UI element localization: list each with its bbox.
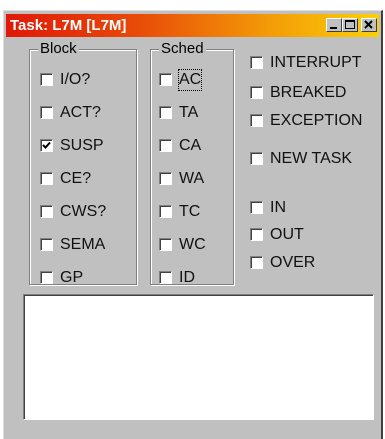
sched-group: Sched AC TA CA WA TC WC ID <box>150 40 234 286</box>
checkbox-box[interactable] <box>250 114 263 127</box>
checkbox-box[interactable] <box>159 271 172 284</box>
checkbox-label: OUT <box>270 226 304 243</box>
output-text-area[interactable] <box>23 294 374 420</box>
checkbox-label: CWS? <box>60 203 107 220</box>
checkbox-label: EXCEPTION <box>270 112 363 129</box>
checkbox-label: BREAKED <box>270 84 347 101</box>
checkbox-box[interactable] <box>250 256 263 269</box>
checkbox-box[interactable] <box>40 172 53 185</box>
checkbox-box[interactable] <box>40 73 53 86</box>
checkbox-label: ACT? <box>60 104 101 121</box>
checkbox-label: WC <box>179 236 206 253</box>
checkbox-box[interactable] <box>159 172 172 185</box>
title-bar[interactable]: Task: L7M [L7M] <box>6 14 379 37</box>
minimize-button[interactable] <box>326 18 342 32</box>
checkbox-box[interactable] <box>159 238 172 251</box>
checkbox-box[interactable] <box>159 73 172 86</box>
checkbox-label: TC <box>179 203 201 220</box>
checkbox-label: CA <box>179 137 202 154</box>
checkbox-label: OVER <box>270 254 316 271</box>
checkbox-box[interactable] <box>40 106 53 119</box>
maximize-icon <box>345 20 355 29</box>
checkbox-box[interactable] <box>40 205 53 218</box>
block-group: Block I/O? ACT? SUSP CE? CWS? SEMA GP <box>29 40 137 286</box>
close-icon <box>364 20 373 29</box>
checkmark-icon <box>42 141 51 149</box>
checkbox-label: AC <box>177 69 203 91</box>
checkbox-box[interactable] <box>250 56 263 69</box>
checkbox-box[interactable] <box>40 238 53 251</box>
block-group-label: Block <box>38 40 79 58</box>
sched-group-label: Sched <box>159 40 206 58</box>
checkbox-box[interactable] <box>40 139 53 152</box>
checkbox-label: INTERRUPT <box>270 54 362 71</box>
checkbox-label: I/O? <box>60 71 91 88</box>
checkbox-box[interactable] <box>159 139 172 152</box>
checkbox-label: ID <box>179 269 195 286</box>
checkbox-box[interactable] <box>159 106 172 119</box>
checkbox-label: WA <box>179 170 205 187</box>
checkbox-box[interactable] <box>159 205 172 218</box>
checkbox-label: TA <box>179 104 199 121</box>
checkbox-label: SUSP <box>60 137 104 154</box>
checkbox-label: CE? <box>60 170 92 187</box>
checkbox-box[interactable] <box>250 201 263 214</box>
maximize-button[interactable] <box>342 18 358 32</box>
minimize-icon <box>330 27 337 29</box>
checkbox-box[interactable] <box>250 86 263 99</box>
task-window: Task: L7M [L7M] Block I/O? ACT? SUSP CE? CWS… <box>3 10 383 439</box>
checkbox-box[interactable] <box>250 152 263 165</box>
checkbox-label: IN <box>270 199 286 216</box>
checkbox-label: SEMA <box>60 236 106 253</box>
checkbox-box[interactable] <box>40 271 53 284</box>
window-title: Task: L7M [L7M] <box>10 17 127 34</box>
close-button[interactable] <box>361 18 377 32</box>
checkbox-box[interactable] <box>250 228 263 241</box>
checkbox-label: GP <box>60 269 84 286</box>
checkbox-label: NEW TASK <box>270 150 353 167</box>
